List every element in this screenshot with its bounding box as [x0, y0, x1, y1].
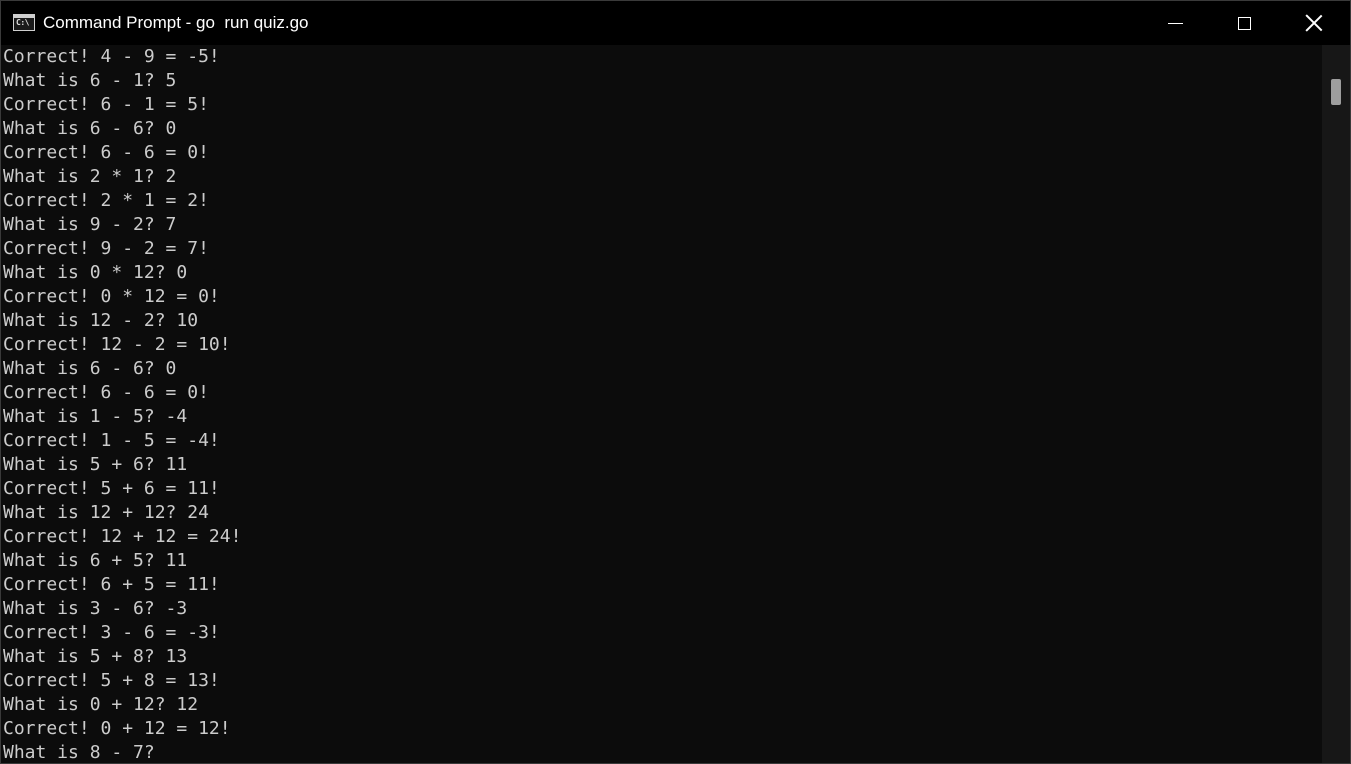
scrollbar-thumb[interactable]	[1331, 79, 1341, 105]
console-line: Correct! 6 + 5 = 11!	[3, 574, 220, 595]
maximize-button[interactable]	[1209, 1, 1279, 45]
console-line: Correct! 2 * 1 = 2!	[3, 190, 209, 211]
console-line: What is 2 * 1? 2	[3, 166, 177, 187]
console-line: Correct! 6 - 6 = 0!	[3, 382, 209, 403]
console-line: Correct! 1 - 5 = -4!	[3, 430, 220, 451]
console-line: Correct! 9 - 2 = 7!	[3, 238, 209, 259]
minimize-icon	[1167, 22, 1183, 24]
console-line: Correct! 6 - 6 = 0!	[3, 142, 209, 163]
console-line: What is 12 + 12? 24	[3, 502, 209, 523]
console-line: Correct! 4 - 9 = -5!	[3, 46, 220, 67]
console-line: What is 6 - 1? 5	[3, 70, 177, 91]
console-line: What is 0 + 12? 12	[3, 694, 199, 715]
console-line: What is 6 - 6? 0	[3, 358, 177, 379]
console-line: What is 1 - 5? -4	[3, 406, 188, 427]
title-bar[interactable]: C:\ Command Prompt - go run quiz.go	[1, 1, 1350, 45]
console-line: Correct! 5 + 8 = 13!	[3, 670, 220, 691]
window-title: Command Prompt - go run quiz.go	[43, 13, 309, 32]
console-line: What is 8 - 7?	[3, 742, 155, 763]
cmd-icon-glyph: C:\	[16, 18, 29, 27]
close-icon	[1305, 14, 1323, 32]
close-button[interactable]	[1279, 1, 1349, 45]
minimize-button[interactable]	[1140, 1, 1210, 45]
console-line: What is 6 + 5? 11	[3, 550, 188, 571]
console-line: What is 9 - 2? 7	[3, 214, 177, 235]
console-line: What is 0 * 12? 0	[3, 262, 188, 283]
console-line: Correct! 5 + 6 = 11!	[3, 478, 220, 499]
command-prompt-window: C:\ Command Prompt - go run quiz.go Corr…	[0, 0, 1351, 764]
console-line: Correct! 0 + 12 = 12!	[3, 718, 231, 739]
console-line: Correct! 12 + 12 = 24!	[3, 526, 242, 547]
console-line: Correct! 3 - 6 = -3!	[3, 622, 220, 643]
console-line: What is 5 + 8? 13	[3, 646, 188, 667]
cmd-icon[interactable]: C:\	[13, 14, 35, 31]
vertical-scrollbar[interactable]	[1322, 45, 1350, 763]
console-line: Correct! 0 * 12 = 0!	[3, 286, 220, 307]
maximize-icon	[1237, 16, 1251, 30]
console-line: Correct! 12 - 2 = 10!	[3, 334, 231, 355]
console-line: What is 5 + 6? 11	[3, 454, 188, 475]
console-output[interactable]: Correct! 4 - 9 = -5! What is 6 - 1? 5 Corr…	[1, 45, 1322, 763]
console-line: What is 3 - 6? -3	[3, 598, 188, 619]
console-line: Correct! 6 - 1 = 5!	[3, 94, 209, 115]
console-line: What is 12 - 2? 10	[3, 310, 199, 331]
console-line: What is 6 - 6? 0	[3, 118, 177, 139]
